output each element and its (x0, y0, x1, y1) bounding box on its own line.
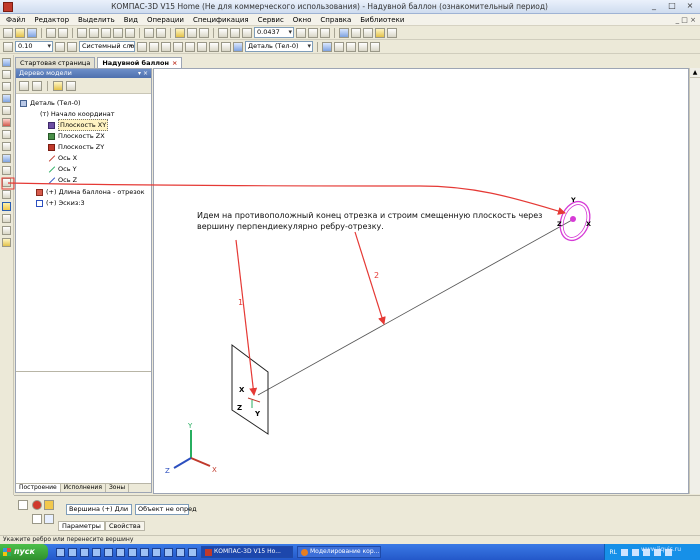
arrow-1-label: 1 (238, 298, 243, 307)
create-object-icon[interactable] (44, 500, 54, 510)
task-kompas[interactable]: КОМПАС-3D V15 Ho... (201, 546, 293, 558)
object-field[interactable]: Объект не опред (135, 504, 197, 515)
media-icon[interactable] (80, 547, 89, 557)
frame-axis-x-label: X (239, 386, 245, 394)
sketch-center-point (570, 216, 576, 222)
triad-x-label: X (212, 466, 217, 474)
frame-axis-x-line (247, 397, 261, 403)
desktop-icon[interactable] (92, 547, 101, 557)
arrow-1 (235, 239, 258, 396)
arrow-2-label: 2 (374, 271, 379, 280)
cancel-icon[interactable] (32, 514, 42, 524)
triad-z-label: Z (165, 467, 170, 475)
frame-axis-y-label: Y (254, 410, 261, 418)
app-icon[interactable] (116, 547, 125, 557)
firefox-icon (301, 548, 308, 556)
tab-parameters[interactable]: Параметры (58, 521, 105, 531)
app-icon[interactable] (164, 547, 173, 557)
app-icon[interactable] (188, 547, 197, 557)
volume-icon[interactable] (632, 548, 639, 556)
annotation-line-1: Идем на противоположный конец отрезка и … (197, 211, 542, 220)
network-icon[interactable] (621, 548, 628, 556)
frame-axis-z-label: Z (237, 404, 242, 412)
start-button[interactable]: пуск (0, 544, 48, 560)
app-icon[interactable] (128, 547, 137, 557)
triad-z-axis (173, 457, 192, 469)
help-icon[interactable] (44, 514, 54, 524)
explorer-icon[interactable] (68, 547, 77, 557)
task-browser[interactable]: Моделирование кор... (297, 546, 381, 558)
task-label: КОМПАС-3D V15 Ho... (214, 548, 281, 555)
arrow-toolbar-to-sketch (7, 182, 566, 215)
properties-panel: Вершина (+) Дли Объект не опред Параметр… (14, 495, 700, 535)
triad-y-label: Y (187, 422, 193, 430)
task-label: Моделирование кор... (310, 548, 380, 555)
segment-edge[interactable] (257, 219, 573, 396)
far-axis-z-label: Z (557, 220, 562, 228)
status-bar: Укажите ребро или перенесите вершину (0, 535, 700, 544)
far-axis-x-label: X (586, 220, 591, 228)
app-icon[interactable] (176, 547, 185, 557)
watermark: www.liquis.ru (641, 546, 681, 553)
kompas-icon (205, 548, 212, 556)
windows-taskbar: пуск КОМПАС-3D V15 Ho... Моделирование к… (0, 544, 700, 560)
ie-icon[interactable] (56, 547, 65, 557)
pin-icon[interactable] (18, 500, 28, 510)
quick-launch (56, 547, 197, 557)
vertex-field[interactable]: Вершина (+) Дли (66, 504, 132, 515)
triad-x-axis (190, 457, 211, 467)
stop-icon[interactable] (32, 500, 42, 510)
arrow-2 (354, 231, 386, 325)
properties-tabs: Параметры Свойства (58, 521, 145, 531)
far-axis-y-label: Y (570, 196, 576, 204)
app-icon[interactable] (104, 547, 113, 557)
tab-properties[interactable]: Свойства (104, 521, 145, 531)
language-indicator[interactable]: RL (609, 549, 617, 556)
drawing-overlay: X Z Y Y X Z Идем на противоположный коне… (1, 177, 591, 475)
annotation-line-2: вершину перпендиекулярно ребру-отрезку. (197, 222, 384, 231)
app-icon[interactable] (140, 547, 149, 557)
app-icon[interactable] (152, 547, 161, 557)
